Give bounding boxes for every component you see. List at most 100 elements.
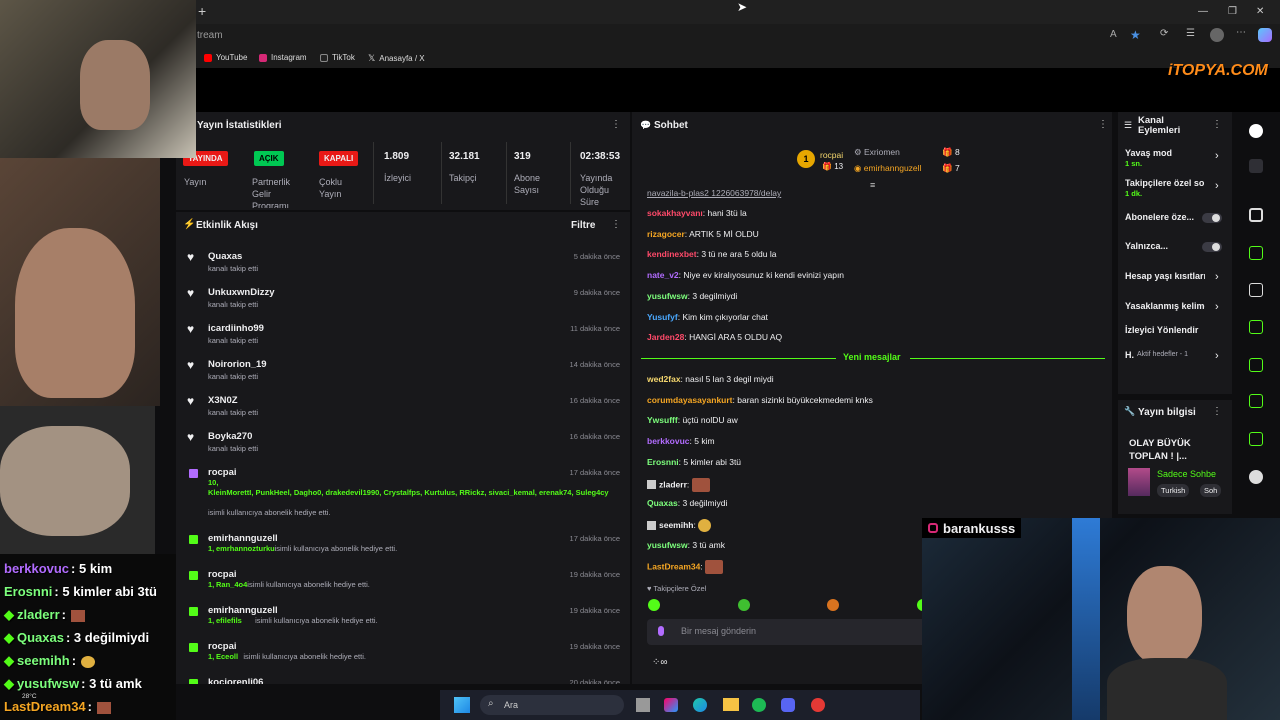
emote-icon[interactable] — [827, 599, 840, 611]
event-time: 11 dakika önce — [570, 324, 620, 333]
chat-username[interactable]: Jarden28 — [647, 332, 684, 342]
channel-actions-menu-icon[interactable]: ⋮ — [1212, 119, 1222, 130]
channel-action-item[interactable]: Abonelere öze... — [1118, 212, 1232, 234]
tag-turkish[interactable]: Turkish — [1157, 484, 1190, 497]
event-username[interactable]: Noirorion_19 — [208, 359, 267, 370]
overlay-chat-line: Erosnni: 5 kimler abi 3tü — [4, 584, 157, 599]
broadcast-icon[interactable] — [1249, 358, 1263, 372]
chevron-right-icon[interactable]: › — [1215, 271, 1219, 283]
chat-username[interactable]: wed2fax — [647, 374, 681, 384]
event-username[interactable]: X3N0Z — [208, 395, 238, 406]
channel-action-item[interactable]: Yasaklanmış kelime › — [1118, 301, 1232, 323]
chat-username[interactable]: Yusufyf — [647, 312, 678, 322]
emote-icon[interactable] — [737, 599, 750, 611]
chat-username[interactable]: Ywsufff — [647, 415, 678, 425]
chat-icon[interactable] — [1249, 320, 1263, 334]
profile-avatar[interactable] — [1210, 28, 1224, 42]
bolt-icon[interactable] — [1249, 246, 1263, 260]
start-icon[interactable] — [454, 697, 470, 713]
category-name[interactable]: Sadece Sohbe — [1157, 469, 1216, 479]
minimize-icon[interactable]: — — [1198, 6, 1208, 17]
chat-username[interactable]: nate_v2 — [647, 270, 679, 280]
stream-info-menu-icon[interactable]: ⋮ — [1212, 406, 1222, 417]
maximize-icon[interactable]: ❐ — [1228, 6, 1237, 17]
taskbar-search[interactable]: ⌕ Ara — [480, 695, 624, 715]
category-thumbnail[interactable] — [1128, 468, 1150, 496]
bookmark-instagram[interactable]: Instagram — [259, 53, 307, 62]
chat-username[interactable]: seemihh — [659, 520, 694, 530]
favorite-star-icon[interactable]: ★ — [1130, 28, 1141, 42]
microphone-icon[interactable] — [658, 626, 664, 636]
app-icon[interactable] — [811, 698, 825, 712]
event-username[interactable]: Boyka270 — [208, 431, 252, 442]
clip-icon[interactable] — [1249, 208, 1263, 222]
read-aloud-icon[interactable]: A — [1110, 29, 1117, 40]
event-username[interactable]: emirhannguzell — [208, 533, 278, 544]
chevron-right-icon[interactable]: › — [1215, 180, 1219, 192]
discord-icon[interactable] — [781, 698, 795, 712]
event-username[interactable]: emirhannguzell — [208, 605, 278, 616]
chat-username[interactable]: LastDream34 — [647, 562, 700, 572]
event-username[interactable]: rocpai — [208, 569, 237, 580]
channel-action-item[interactable]: Hesap yaşı kısıtları › — [1118, 271, 1232, 293]
event-username[interactable]: kociorenli06 — [208, 677, 263, 684]
event-username[interactable]: rocpai — [208, 641, 237, 652]
refresh-icon[interactable]: ⟳ — [1160, 28, 1168, 39]
chat-username[interactable]: berkkovuc — [647, 436, 690, 446]
chat-username[interactable]: Quaxas — [647, 498, 678, 508]
copilot-icon[interactable] — [1258, 28, 1272, 42]
event-username[interactable]: rocpai — [208, 467, 237, 478]
chat-input[interactable]: Bir mesaj gönderin — [647, 619, 947, 645]
spotify-icon[interactable] — [752, 698, 766, 712]
chat-username[interactable]: rizagocer — [647, 229, 685, 239]
chat-menu-icon[interactable]: ⋮ — [1098, 119, 1108, 130]
bookmark-tiktok[interactable]: TikTok — [320, 53, 355, 62]
channel-action-item[interactable]: Takipçilere özel so 1 dk. › — [1118, 178, 1232, 200]
task-view-icon[interactable] — [636, 698, 650, 712]
chat-text: baran sizinki büyükcekmedemi knks — [737, 394, 873, 405]
bookmark-youtube[interactable]: YouTube — [204, 53, 247, 62]
file-explorer-icon[interactable] — [723, 698, 739, 711]
chat-username[interactable]: yusufwsw — [647, 291, 688, 301]
channel-action-item[interactable]: H. Aktif hedefler - 1 › — [1118, 350, 1232, 372]
info-icon[interactable] — [1249, 124, 1263, 138]
edge-icon[interactable] — [693, 698, 707, 712]
filter-button[interactable]: Filtre — [571, 220, 595, 231]
chevron-right-icon[interactable]: › — [1215, 150, 1219, 162]
settings-dots-icon[interactable] — [1249, 470, 1263, 484]
emote-icon[interactable] — [648, 599, 660, 611]
event-username[interactable]: Quaxas — [208, 251, 242, 262]
event-username[interactable]: icardiinho99 — [208, 323, 264, 334]
edit-pencil-icon[interactable] — [1249, 159, 1263, 173]
more-menu-icon[interactable]: ⋯ — [1236, 27, 1246, 38]
chat-username[interactable]: corumdayasayankurt — [647, 395, 733, 405]
new-tab-icon[interactable]: + — [198, 3, 206, 19]
chat-username[interactable]: sokakhayvanı — [647, 208, 703, 218]
settings-infinity-icon[interactable]: ⁘∞ — [652, 657, 668, 668]
stream-title: OLAY BÜYÜK TOPLAN ! |... — [1129, 438, 1191, 462]
copilot-taskbar-icon[interactable] — [664, 698, 678, 712]
layout-icon[interactable] — [1249, 394, 1263, 408]
tag-chat[interactable]: Soh — [1200, 484, 1222, 497]
wrench-icon[interactable] — [1249, 432, 1263, 446]
chat-username[interactable]: Erosnni — [647, 457, 679, 467]
stats-menu-icon[interactable]: ⋮ — [611, 119, 621, 130]
toggle-switch[interactable] — [1202, 213, 1222, 223]
document-icon[interactable] — [1249, 283, 1263, 297]
activity-menu-icon[interactable]: ⋮ — [611, 219, 621, 230]
close-icon[interactable]: ✕ — [1256, 6, 1264, 17]
chevron-right-icon[interactable]: › — [1215, 350, 1219, 362]
bookmark-x[interactable]: 𝕏 Anasayfa / X — [368, 53, 425, 64]
channel-action-item[interactable]: İzleyici Yönlendir — [1118, 325, 1232, 347]
chat-username[interactable]: kendinexbet — [647, 249, 697, 259]
event-username[interactable]: UnkuxwnDizzy — [208, 287, 275, 298]
chat-bubble-icon: 💬 — [640, 120, 652, 130]
chat-username[interactable]: zladerr — [659, 479, 687, 489]
chevron-right-icon[interactable]: › — [1215, 301, 1219, 313]
toggle-switch[interactable] — [1202, 242, 1222, 252]
collections-icon[interactable]: ☰ — [1186, 28, 1195, 39]
channel-action-item[interactable]: Yavaş mod 1 sn. › — [1118, 148, 1232, 170]
expand-gifters-icon[interactable]: ≡ — [870, 180, 875, 190]
channel-action-item[interactable]: Yalnızca... — [1118, 241, 1232, 263]
chat-username[interactable]: yusufwsw — [647, 540, 688, 550]
